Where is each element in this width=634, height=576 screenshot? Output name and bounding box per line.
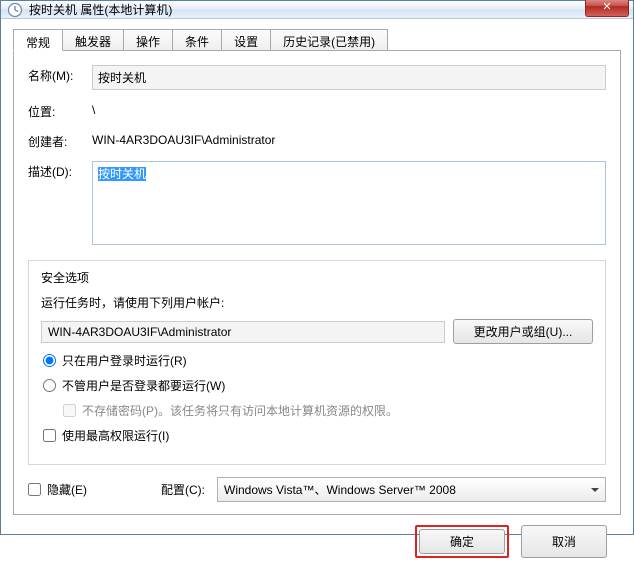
tab-triggers[interactable]: 触发器 <box>62 29 124 50</box>
dialog-window: 按时关机 属性(本地计算机) ✕ 常规 触发器 操作 条件 设置 历史记录(已禁… <box>0 0 634 535</box>
tab-general[interactable]: 常规 <box>13 29 63 51</box>
security-options-group: 安全选项 运行任务时，请使用下列用户帐户: WIN-4AR3DOAU3IF\Ad… <box>28 260 606 465</box>
window-title: 按时关机 属性(本地计算机) <box>29 1 585 18</box>
ok-button[interactable]: 确定 <box>419 529 505 554</box>
name-field[interactable]: 按时关机 <box>92 65 606 90</box>
highest-privileges-input[interactable] <box>43 429 56 442</box>
change-user-button[interactable]: 更改用户或组(U)... <box>453 319 593 344</box>
titlebar: 按时关机 属性(本地计算机) ✕ <box>1 1 633 19</box>
dialog-footer: 确定 取消 <box>13 515 621 568</box>
radio-anytime-input[interactable] <box>43 379 56 392</box>
tab-strip: 常规 触发器 操作 条件 设置 历史记录(已禁用) <box>13 29 621 51</box>
location-label: 位置: <box>28 101 92 120</box>
tab-actions[interactable]: 操作 <box>123 29 173 50</box>
tab-page-general: 名称(M): 按时关机 位置: \ 创建者: WIN-4AR3DOAU3IF\A… <box>13 51 621 515</box>
radio-loggedon[interactable]: 只在用户登录时运行(R) <box>43 352 593 369</box>
content-area: 常规 触发器 操作 条件 设置 历史记录(已禁用) 名称(M): 按时关机 位置… <box>1 19 633 576</box>
runas-user-field: WIN-4AR3DOAU3IF\Administrator <box>41 321 445 343</box>
ok-button-highlight: 确定 <box>415 525 509 558</box>
nostore-password-input <box>63 404 76 417</box>
runas-label: 运行任务时，请使用下列用户帐户: <box>41 294 593 311</box>
tab-history[interactable]: 历史记录(已禁用) <box>270 29 388 50</box>
clock-icon <box>7 2 23 18</box>
highest-privileges[interactable]: 使用最高权限运行(I) <box>43 427 593 444</box>
configure-select[interactable]: Windows Vista™、Windows Server™ 2008 <box>217 477 606 502</box>
hidden-checkbox-input[interactable] <box>28 483 41 496</box>
close-icon: ✕ <box>602 0 611 13</box>
radio-loggedon-input[interactable] <box>43 354 56 367</box>
radio-anytime[interactable]: 不管用户是否登录都要运行(W) <box>43 377 593 394</box>
tab-settings[interactable]: 设置 <box>221 29 271 50</box>
configure-label: 配置(C): <box>161 481 205 498</box>
author-value: WIN-4AR3DOAU3IF\Administrator <box>92 131 606 147</box>
author-label: 创建者: <box>28 131 92 150</box>
nostore-password: 不存储密码(P)。该任务将只有访问本地计算机资源的权限。 <box>63 402 593 419</box>
location-value: \ <box>92 101 606 117</box>
description-label: 描述(D): <box>28 161 92 180</box>
close-button[interactable]: ✕ <box>585 0 629 17</box>
hidden-checkbox[interactable]: 隐藏(E) <box>28 481 87 498</box>
description-field[interactable]: 按时关机 <box>92 161 606 245</box>
tab-conditions[interactable]: 条件 <box>172 29 222 50</box>
security-legend: 安全选项 <box>37 269 93 286</box>
cancel-button[interactable]: 取消 <box>521 525 607 558</box>
name-label: 名称(M): <box>28 65 92 84</box>
